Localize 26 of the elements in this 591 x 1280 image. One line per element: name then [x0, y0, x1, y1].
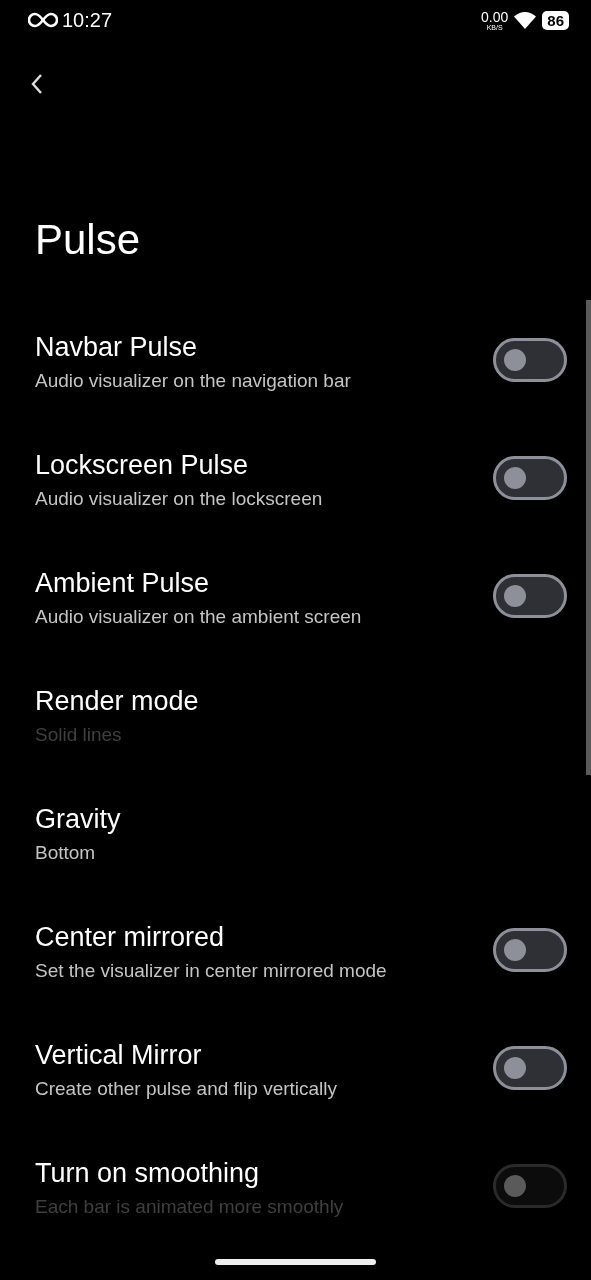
toggle-switch[interactable]: [493, 456, 567, 500]
setting-title[interactable]: Ambient Pulse: [35, 566, 493, 600]
infinity-icon: [28, 12, 58, 28]
wifi-icon: [514, 11, 537, 29]
setting-title[interactable]: Gravity: [35, 802, 567, 836]
setting-summary: Solid lines: [35, 723, 123, 747]
setting-summary: Create other pulse and flip vertically: [35, 1077, 339, 1101]
setting-title[interactable]: Navbar Pulse: [35, 330, 493, 364]
setting-summary: Set the visualizer in center mirrored mode: [35, 959, 388, 983]
setting-title[interactable]: Lockscreen Pulse: [35, 448, 493, 482]
setting-summary: Audio visualizer on the lockscreen: [35, 487, 324, 511]
battery-level: 86: [542, 10, 569, 30]
setting-summary: Audio visualizer on the navigation bar: [35, 369, 352, 393]
back-icon: [30, 73, 44, 95]
network-speed: 0.00: [481, 9, 509, 24]
toggle-switch[interactable]: [493, 338, 567, 382]
setting-title[interactable]: Center mirrored: [35, 920, 493, 954]
setting-title[interactable]: Vertical Mirror: [35, 1038, 493, 1072]
toggle-switch[interactable]: [493, 1046, 567, 1090]
setting-summary: Audio visualizer on the ambient screen: [35, 605, 363, 629]
toggle-switch[interactable]: [493, 574, 567, 618]
page-title: Pulse: [35, 215, 142, 265]
setting-summary: Each bar is animated more smoothly: [35, 1195, 345, 1219]
setting-summary: Bottom: [35, 841, 97, 865]
toggle-switch[interactable]: [493, 928, 567, 972]
status-time: 10:27: [62, 8, 113, 32]
